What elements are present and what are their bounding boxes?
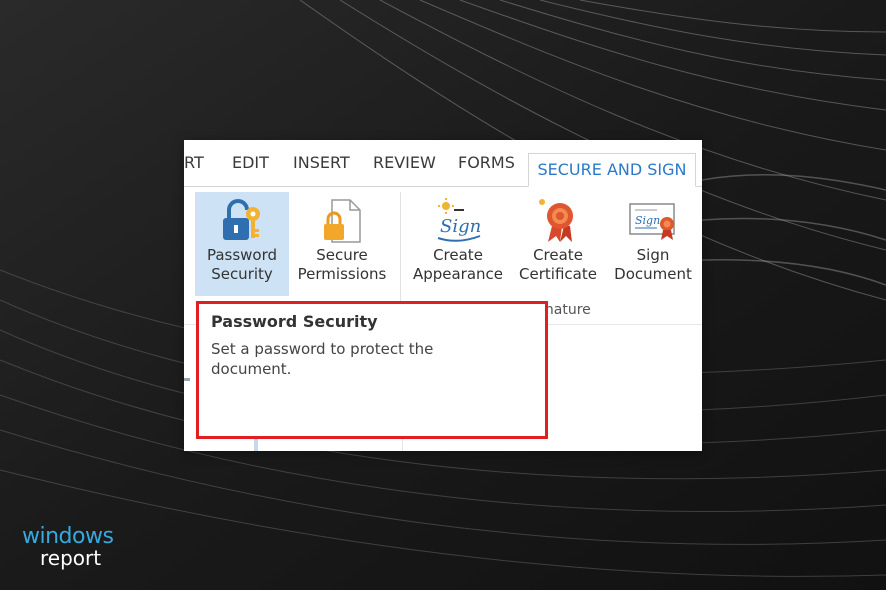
button-label: Certificate bbox=[519, 265, 597, 283]
ribbon-window: RT EDIT INSERT REVIEW FORMS SECURE AND S… bbox=[184, 140, 702, 451]
logo-line-windows: windows bbox=[22, 524, 114, 549]
tab-insert[interactable]: INSERT bbox=[293, 153, 350, 172]
button-label: Secure bbox=[316, 246, 368, 264]
group-separator bbox=[400, 192, 401, 312]
button-label: Create bbox=[533, 246, 583, 264]
password-security-button[interactable]: Password Security bbox=[195, 192, 289, 296]
ribbon-tab-bar: RT EDIT INSERT REVIEW FORMS SECURE AND S… bbox=[184, 140, 702, 187]
button-label: Sign bbox=[636, 246, 670, 264]
create-certificate-button[interactable]: Create Certificate bbox=[510, 192, 606, 296]
tab-forms[interactable]: FORMS bbox=[458, 153, 515, 172]
signature-appearance-icon: Sign bbox=[410, 192, 506, 246]
windows-report-logo: windows report bbox=[22, 524, 114, 570]
button-label: Document bbox=[614, 265, 692, 283]
tab-edit[interactable]: EDIT bbox=[232, 153, 269, 172]
tooltip-title: Password Security bbox=[211, 312, 378, 331]
document-lock-icon bbox=[294, 192, 390, 246]
padlock-key-icon bbox=[195, 192, 289, 246]
logo-line-report: report bbox=[40, 546, 102, 570]
tab-export[interactable]: RT bbox=[184, 153, 204, 172]
signed-document-icon: Sign bbox=[608, 192, 698, 246]
svg-text:Sign: Sign bbox=[440, 216, 481, 237]
secure-permissions-button[interactable]: Secure Permissions bbox=[294, 192, 390, 296]
button-label: Appearance bbox=[412, 265, 504, 283]
tab-review[interactable]: REVIEW bbox=[373, 153, 436, 172]
svg-text:Sign: Sign bbox=[635, 214, 660, 227]
button-label: Security bbox=[211, 265, 273, 283]
button-label: Permissions bbox=[297, 265, 387, 283]
certificate-ribbon-icon bbox=[510, 192, 606, 246]
tooltip-body: Set a password to protect the document. bbox=[211, 340, 434, 378]
password-security-tooltip: Password Security Set a password to prot… bbox=[196, 301, 548, 439]
ruler-tick bbox=[184, 378, 190, 381]
create-appearance-button[interactable]: Sign Create Appearance bbox=[410, 192, 506, 296]
sign-document-button[interactable]: Sign Sign Document bbox=[608, 192, 698, 296]
button-label: Password bbox=[206, 246, 278, 264]
button-label: Create bbox=[433, 246, 483, 264]
tab-secure-and-sign[interactable]: SECURE AND SIGN bbox=[528, 153, 696, 187]
